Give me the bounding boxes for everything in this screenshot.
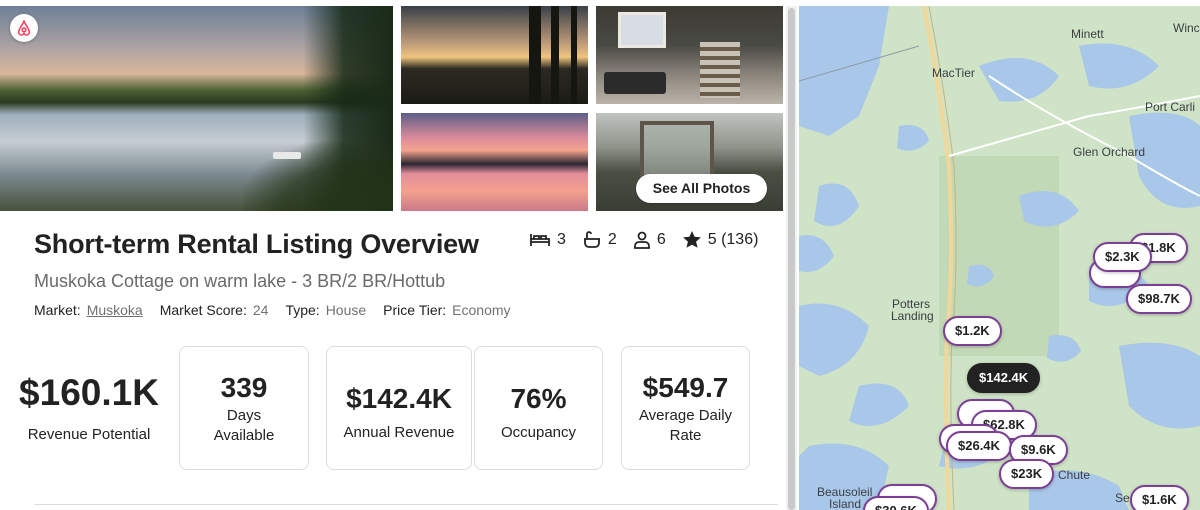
annual-revenue-card: $142.4K Annual Revenue: [326, 346, 472, 470]
average-daily-rate-label-1: Average Daily: [638, 407, 733, 424]
occupancy-value: 76%: [510, 383, 567, 414]
map-price-pin[interactable]: $23K: [999, 459, 1055, 489]
main-listing-photo[interactable]: [0, 6, 393, 211]
map-price-pin[interactable]: $30.6K: [863, 496, 929, 510]
average-daily-rate-value: $549.7: [642, 372, 729, 403]
average-daily-rate-label-2: Rate: [669, 427, 702, 444]
occupancy-card: 76% Occupancy: [474, 346, 603, 470]
rating-value: 5 (136): [707, 230, 759, 248]
price-tier-key: Price Tier:: [383, 302, 447, 318]
type-value: House: [325, 302, 367, 318]
map-view[interactable]: Minett Winc MacTier Port Carli Glen Orch…: [799, 6, 1200, 510]
listing-photo-lake-sunset[interactable]: [401, 113, 588, 211]
scrollbar-thumb[interactable]: [788, 8, 795, 510]
map-label-island: Island: [829, 497, 862, 510]
listing-stats: 3 2 6 5 (136): [529, 230, 758, 249]
price-tier-value: Economy: [452, 302, 511, 318]
listing-meta: Market: Muskoka Market Score: 24 Type: H…: [34, 302, 528, 318]
map-price-pin[interactable]: $98.7K: [1126, 284, 1192, 314]
revenue-potential-value: $160.1K: [19, 372, 159, 413]
map-price-pin[interactable]: $26.4K: [946, 431, 1012, 461]
market-key: Market:: [34, 302, 81, 318]
airbnb-logo-icon: [10, 14, 38, 42]
guests-count: 6: [656, 230, 666, 248]
type-key: Type:: [285, 302, 320, 318]
guests-stat: 6: [633, 231, 666, 249]
map-label-minett: Minett: [1071, 27, 1104, 41]
days-available-label-1: Days: [226, 407, 262, 424]
map-label-port-carli: Port Carli: [1145, 100, 1196, 114]
revenue-potential-metric: $160.1K Revenue Potential: [0, 346, 178, 443]
map-label-glen-orchard: Glen Orchard: [1073, 145, 1146, 159]
bedrooms-count: 3: [557, 230, 566, 248]
bathtub-icon: [583, 230, 600, 248]
map-label-chute: Chute: [1058, 468, 1091, 482]
days-available-value: 339: [220, 372, 268, 403]
section-divider: [34, 504, 778, 505]
occupancy-label: Occupancy: [500, 424, 577, 441]
person-icon: [633, 231, 650, 249]
bathrooms-count: 2: [607, 230, 617, 248]
page-title: Short-term Rental Listing Overview: [34, 229, 479, 259]
map-price-pin-selected[interactable]: $142.4K: [967, 363, 1041, 393]
map-label-winc: Winc: [1173, 21, 1200, 35]
days-available-label-2: Available: [213, 427, 275, 444]
rating-stat: 5 (136): [682, 230, 759, 249]
map-price-pin[interactable]: $1.2K: [943, 316, 1002, 346]
average-daily-rate-card: $549.7 Average Daily Rate: [621, 346, 750, 470]
days-available-card: 339 Days Available: [179, 346, 309, 470]
see-all-photos-button[interactable]: See All Photos: [636, 174, 767, 203]
map-label-se: Se: [1115, 491, 1130, 505]
listing-photo-hot-tub[interactable]: [596, 6, 783, 104]
market-score-value: 24: [252, 302, 269, 318]
bedrooms-stat: 3: [529, 231, 566, 249]
market-score-key: Market Score:: [159, 302, 247, 318]
listing-subtitle: Muskoka Cottage on warm lake - 3 BR/2 BR…: [34, 271, 446, 291]
bathrooms-stat: 2: [582, 231, 617, 249]
map-price-pin[interactable]: $1.6K: [1130, 485, 1189, 510]
star-icon: [682, 231, 701, 248]
annual-revenue-label: Annual Revenue: [343, 424, 455, 441]
map-label-mactier: MacTier: [932, 66, 975, 80]
revenue-potential-label: Revenue Potential: [27, 426, 151, 443]
map-price-pin[interactable]: $2.3K: [1093, 242, 1152, 272]
annual-revenue-value: $142.4K: [346, 383, 452, 414]
listing-photo-sunset-deck[interactable]: [401, 6, 588, 104]
bed-icon: [530, 233, 550, 246]
map-label-landing: Landing: [891, 309, 934, 323]
market-link[interactable]: Muskoka: [87, 302, 143, 318]
